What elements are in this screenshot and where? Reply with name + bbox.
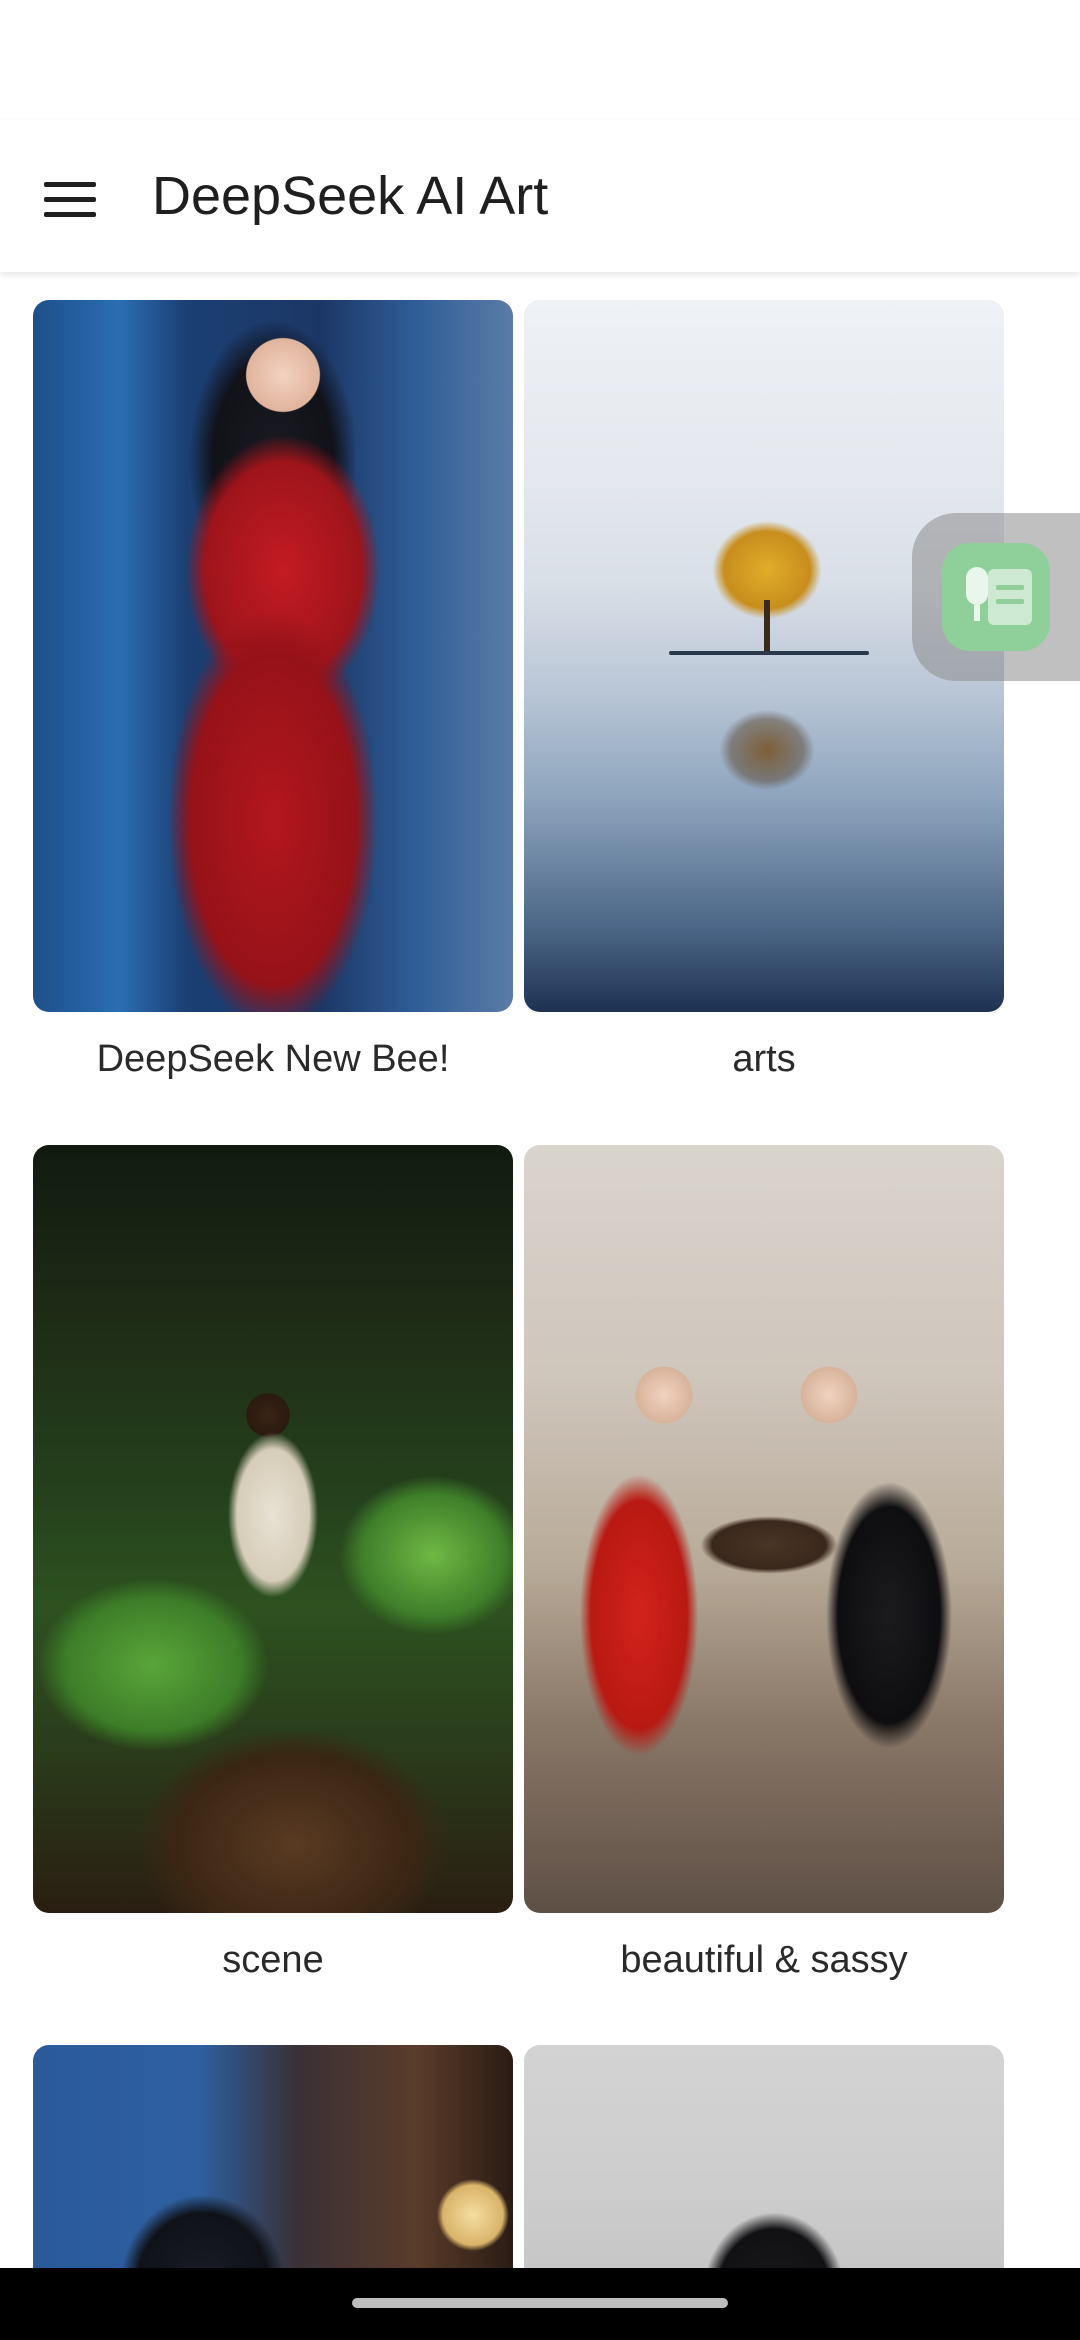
category-caption: DeepSeek New Bee! [96,1038,450,1080]
category-thumbnail[interactable] [33,300,513,1012]
category-caption: beautiful & sassy [620,1939,908,1981]
floating-voice-widget[interactable] [912,513,1080,681]
category-card[interactable]: arts [524,300,1004,1084]
category-caption: arts [732,1038,796,1080]
category-card[interactable]: DeepSeek New Bee! [33,300,513,1084]
category-thumbnail[interactable] [524,1145,1004,1913]
system-navigation-bar [0,2268,1080,2340]
category-card[interactable]: scene [33,1145,513,1985]
hamburger-menu-icon [44,180,96,220]
menu-button[interactable] [26,156,114,244]
category-card[interactable]: beautiful & sassy [524,1145,1004,1985]
app-title: DeepSeek AI Art [152,166,549,226]
category-thumbnail[interactable] [33,1145,513,1913]
home-indicator[interactable] [352,2298,728,2308]
category-card[interactable] [33,2045,513,2268]
app-bar: DeepSeek AI Art [0,120,1080,272]
status-bar [0,0,1080,120]
category-thumbnail[interactable] [524,2045,1004,2268]
voice-to-text-icon [942,543,1050,651]
category-card[interactable] [524,2045,1004,2268]
category-thumbnail[interactable] [33,2045,513,2268]
category-caption: scene [222,1939,324,1981]
